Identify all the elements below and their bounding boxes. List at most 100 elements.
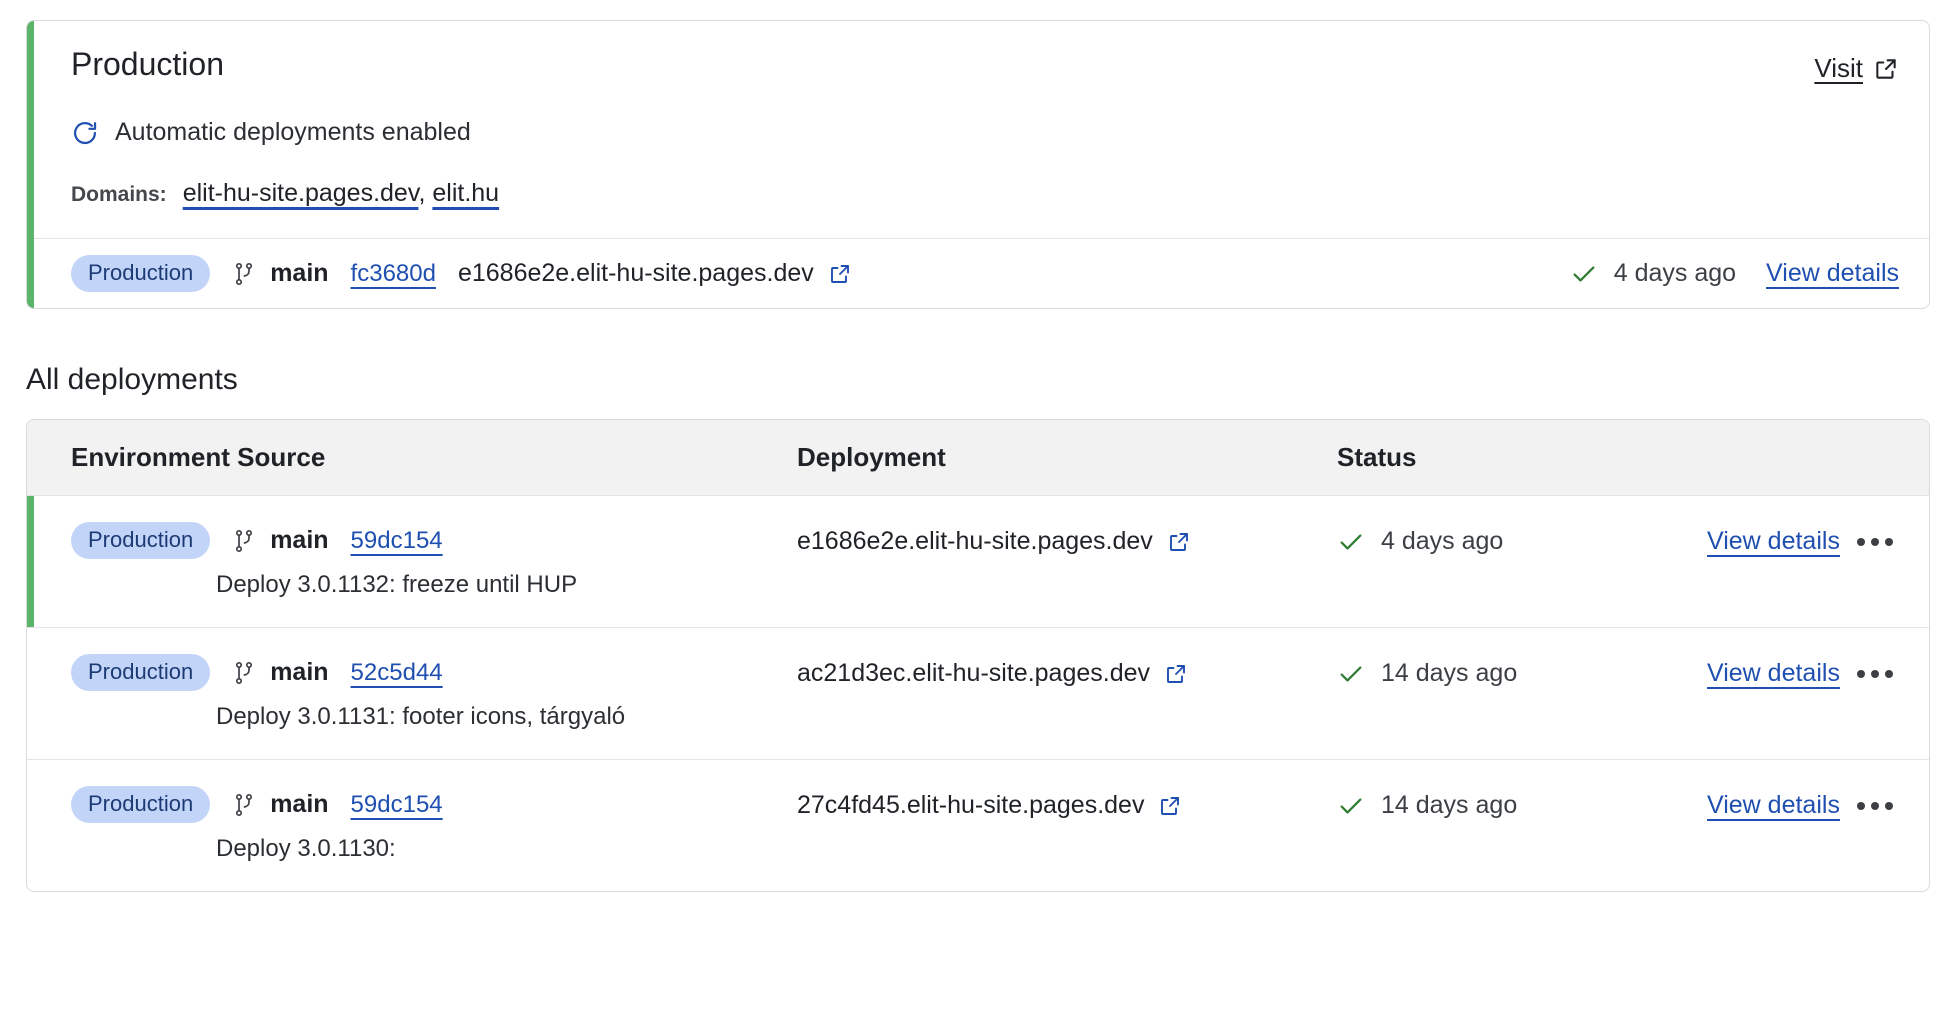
git-branch-icon — [232, 261, 256, 287]
view-details-link[interactable]: View details — [1766, 259, 1899, 288]
visit-link[interactable]: Visit — [1814, 53, 1899, 84]
cell-status: 14 days ago — [1337, 654, 1707, 693]
kebab-menu-icon[interactable] — [1851, 532, 1899, 552]
production-card-body: Production Visit — [27, 21, 1929, 238]
deployment-time: 4 days ago — [1614, 259, 1736, 288]
external-link-icon[interactable] — [1167, 530, 1191, 554]
cell-environment-source: Production main 59dc154 Deploy 3.0.1130: — [27, 786, 797, 863]
branch-name: main — [270, 259, 328, 288]
cell-actions: View details — [1707, 654, 1929, 688]
row-status-stripe — [27, 628, 34, 759]
deployment-status: 14 days ago — [1337, 659, 1517, 688]
check-icon — [1570, 260, 1598, 288]
deployment-url-text: e1686e2e.elit-hu-site.pages.dev — [458, 259, 814, 288]
check-icon — [1337, 660, 1365, 688]
branch-name: main — [270, 790, 328, 819]
automatic-deployments-label: Automatic deployments enabled — [115, 118, 471, 147]
branch-info: main — [232, 526, 328, 555]
branch-info: main — [232, 259, 328, 288]
external-link-icon — [1873, 56, 1899, 82]
column-header-status: Status — [1337, 442, 1707, 473]
production-row-right: 4 days ago View details — [1570, 259, 1899, 288]
commit-sha-link[interactable]: fc3680d — [351, 260, 436, 288]
domains-row: Domains: elit-hu-site.pages.dev, elit.hu — [71, 179, 1899, 208]
production-title: Production — [71, 47, 224, 82]
domains-list: elit-hu-site.pages.dev, elit.hu — [183, 179, 499, 208]
commit-sha-link[interactable]: 52c5d44 — [351, 659, 443, 687]
visit-label: Visit — [1814, 53, 1863, 84]
row-status-stripe — [27, 496, 34, 627]
branch-name: main — [270, 658, 328, 687]
production-card: Production Visit — [26, 20, 1930, 309]
deployment-time: 4 days ago — [1381, 527, 1503, 556]
commit-message: Deploy 3.0.1131: footer icons, tárgyaló — [216, 703, 797, 731]
cell-deployment: e1686e2e.elit-hu-site.pages.dev — [797, 522, 1337, 556]
production-latest-deployment-row: Production main fc3680d e1686e2e.elit-hu… — [27, 238, 1929, 308]
git-branch-icon — [232, 528, 256, 554]
external-link-icon[interactable] — [828, 262, 852, 286]
branch-info: main — [232, 658, 328, 687]
cell-actions: View details — [1707, 522, 1929, 556]
view-details-link[interactable]: View details — [1707, 791, 1840, 820]
production-card-header: Production Visit — [71, 47, 1899, 84]
branch-name: main — [270, 526, 328, 555]
table-row[interactable]: Production main 52c5d44 Deploy 3.0.1131:… — [27, 628, 1929, 760]
deployment-url-text: e1686e2e.elit-hu-site.pages.dev — [797, 527, 1153, 556]
cell-deployment: ac21d3ec.elit-hu-site.pages.dev — [797, 654, 1337, 688]
environment-badge: Production — [71, 522, 210, 559]
refresh-icon — [71, 119, 99, 147]
column-header-environment-source: Environment Source — [27, 442, 797, 473]
domains-separator: , — [418, 179, 432, 207]
deployment-time: 14 days ago — [1381, 791, 1517, 820]
deployments-page: Production Visit — [0, 20, 1956, 1036]
external-link-icon[interactable] — [1164, 662, 1188, 686]
kebab-menu-icon[interactable] — [1851, 796, 1899, 816]
cell-deployment: 27c4fd45.elit-hu-site.pages.dev — [797, 786, 1337, 820]
deployment-url-text: ac21d3ec.elit-hu-site.pages.dev — [797, 659, 1150, 688]
deployment-url[interactable]: ac21d3ec.elit-hu-site.pages.dev — [797, 659, 1188, 688]
deployment-url[interactable]: e1686e2e.elit-hu-site.pages.dev — [797, 527, 1191, 556]
deployment-url[interactable]: 27c4fd45.elit-hu-site.pages.dev — [797, 791, 1182, 820]
environment-badge: Production — [71, 786, 210, 823]
check-icon — [1337, 792, 1365, 820]
row-status-stripe — [27, 760, 34, 891]
view-details-link[interactable]: View details — [1707, 527, 1840, 556]
cell-status: 14 days ago — [1337, 786, 1707, 825]
environment-badge: Production — [71, 654, 210, 691]
cell-status: 4 days ago — [1337, 522, 1707, 561]
domains-label: Domains: — [71, 183, 167, 207]
all-deployments-heading: All deployments — [26, 363, 1930, 397]
deployment-status: 14 days ago — [1337, 791, 1517, 820]
environment-source-main: Production main 52c5d44 — [71, 654, 797, 691]
commit-sha-link[interactable]: 59dc154 — [351, 527, 443, 555]
deployments-table-header: Environment Source Deployment Status — [27, 420, 1929, 496]
table-row[interactable]: Production main 59dc154 Deploy 3.0.1130: — [27, 760, 1929, 891]
cell-actions: View details — [1707, 786, 1929, 820]
view-details-link[interactable]: View details — [1707, 659, 1840, 688]
kebab-menu-icon[interactable] — [1851, 664, 1899, 684]
commit-message: Deploy 3.0.1130: — [216, 835, 797, 863]
deployment-time: 14 days ago — [1381, 659, 1517, 688]
deployment-url[interactable]: e1686e2e.elit-hu-site.pages.dev — [458, 259, 852, 288]
deployment-status: 4 days ago — [1570, 259, 1736, 288]
git-branch-icon — [232, 660, 256, 686]
commit-message: Deploy 3.0.1132: freeze until HUP — [216, 571, 797, 599]
deployments-table: Environment Source Deployment Status Pro… — [26, 419, 1930, 892]
production-status-stripe — [27, 21, 34, 308]
cell-environment-source: Production main 52c5d44 Deploy 3.0.1131:… — [27, 654, 797, 731]
git-branch-icon — [232, 792, 256, 818]
deployment-status: 4 days ago — [1337, 527, 1503, 556]
domain-link-secondary[interactable]: elit.hu — [432, 179, 499, 207]
environment-source-main: Production main 59dc154 — [71, 522, 797, 559]
deployment-url-text: 27c4fd45.elit-hu-site.pages.dev — [797, 791, 1144, 820]
external-link-icon[interactable] — [1158, 794, 1182, 818]
environment-source-main: Production main 59dc154 — [71, 786, 797, 823]
automatic-deployments-status: Automatic deployments enabled — [71, 118, 1899, 147]
column-header-deployment: Deployment — [797, 442, 1337, 473]
branch-info: main — [232, 790, 328, 819]
table-row[interactable]: Production main 59dc154 Deploy 3.0.1132:… — [27, 496, 1929, 628]
cell-environment-source: Production main 59dc154 Deploy 3.0.1132:… — [27, 522, 797, 599]
commit-sha-link[interactable]: 59dc154 — [351, 791, 443, 819]
check-icon — [1337, 528, 1365, 556]
domain-link-primary[interactable]: elit-hu-site.pages.dev — [183, 179, 419, 207]
